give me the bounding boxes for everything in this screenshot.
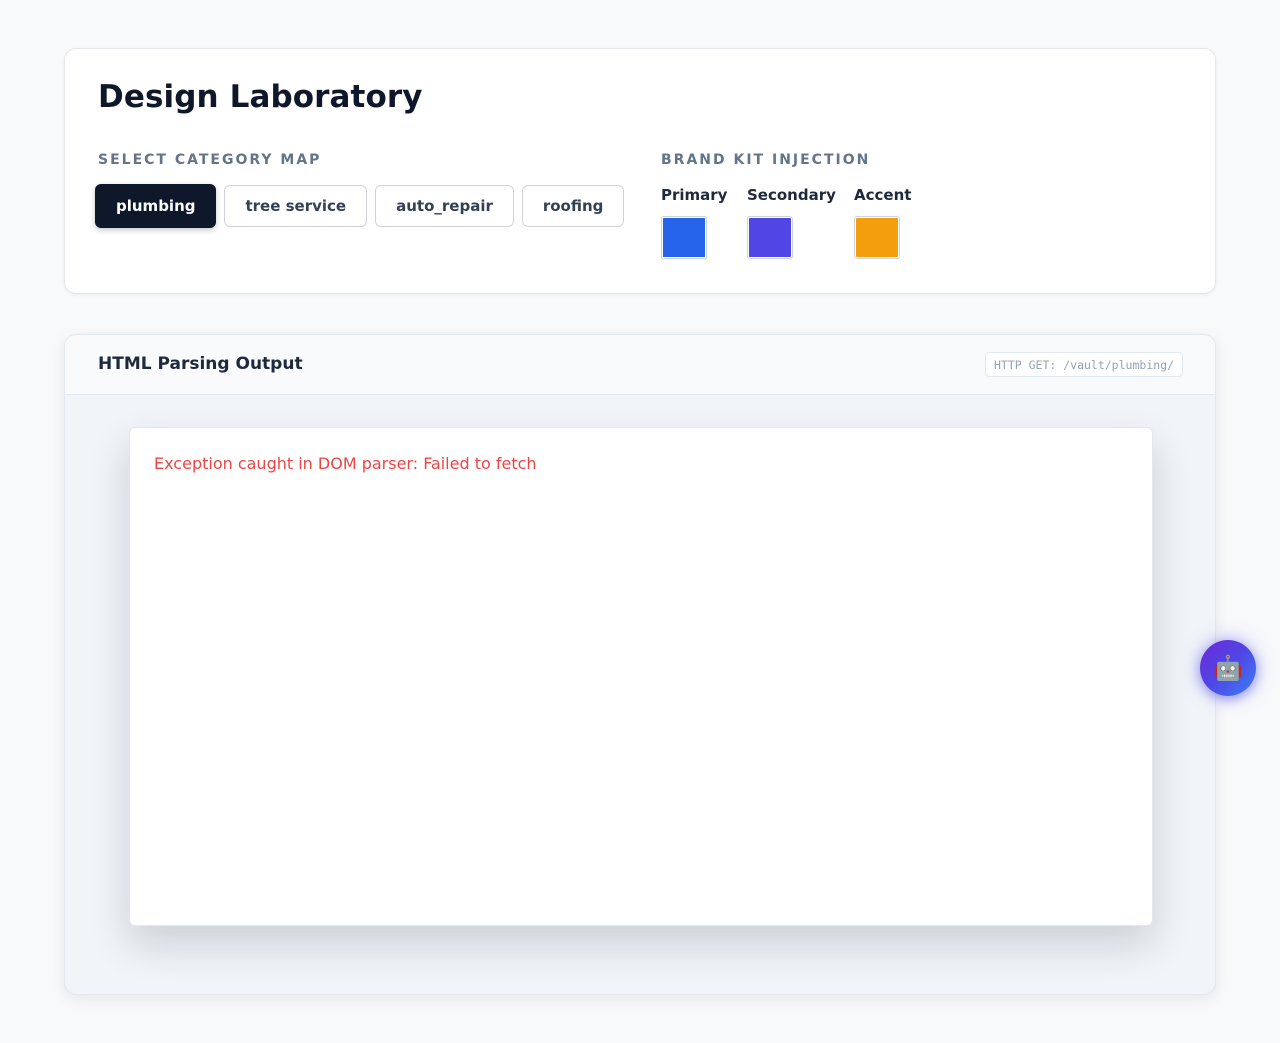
error-message: Exception caught in DOM parser: Failed t… — [154, 454, 537, 473]
render-preview-frame: Exception caught in DOM parser: Failed t… — [129, 427, 1153, 926]
brand-kit-section-label: BRAND KIT INJECTION — [661, 152, 871, 168]
brand-color-secondary: Secondary — [747, 186, 836, 259]
robot-icon: 🤖 — [1213, 654, 1243, 682]
brand-color-primary: Primary — [661, 186, 727, 259]
primary-color-picker[interactable] — [661, 216, 707, 259]
assistant-button[interactable]: 🤖 — [1200, 640, 1256, 696]
accent-color-fill — [856, 218, 898, 257]
design-controls-card: Design Laboratory SELECT CATEGORY MAP pl… — [64, 48, 1216, 294]
category-section-label: SELECT CATEGORY MAP — [98, 152, 322, 168]
primary-color-fill — [663, 218, 705, 257]
secondary-color-label: Secondary — [747, 186, 836, 204]
category-button-auto-repair[interactable]: auto_repair — [375, 185, 514, 227]
page-title: Design Laboratory — [98, 79, 423, 115]
brand-color-accent: Accent — [854, 186, 911, 259]
category-button-tree-service[interactable]: tree service — [224, 185, 368, 227]
category-button-group: plumbing tree service auto_repair roofin… — [95, 184, 625, 228]
parsing-output-card: HTML Parsing Output HTTP GET: /vault/plu… — [64, 334, 1216, 995]
accent-color-picker[interactable] — [854, 216, 900, 259]
accent-color-label: Accent — [854, 186, 912, 204]
primary-color-label: Primary — [661, 186, 728, 204]
secondary-color-fill — [749, 218, 791, 257]
output-title: HTML Parsing Output — [98, 354, 303, 374]
category-button-roofing[interactable]: roofing — [521, 185, 625, 227]
secondary-color-picker[interactable] — [747, 216, 793, 259]
endpoint-badge: HTTP GET: /vault/plumbing/ — [984, 352, 1183, 377]
output-header: HTML Parsing Output HTTP GET: /vault/plu… — [65, 335, 1215, 395]
category-button-plumbing[interactable]: plumbing — [95, 184, 217, 228]
